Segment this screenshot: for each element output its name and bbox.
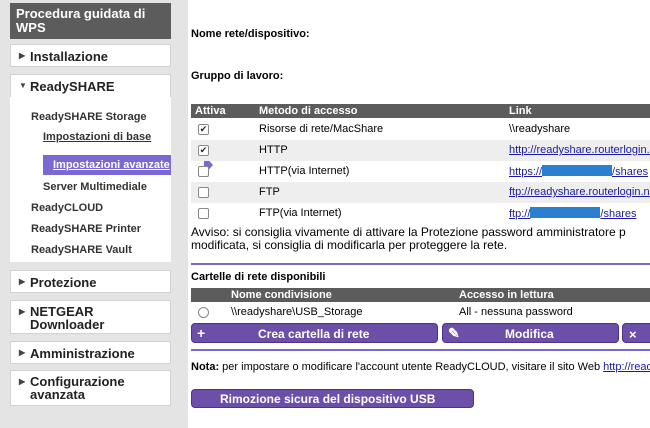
- submenu-readycloud[interactable]: ReadyCLOUD: [31, 202, 103, 214]
- edit-label: Modifica: [505, 327, 554, 341]
- chevron-right-icon: ▶: [19, 377, 26, 386]
- chevron-right-icon: ▶: [19, 307, 26, 316]
- table-row: \\readyshare\USB_Storage All - nessuna p…: [191, 302, 650, 323]
- main-content: Nome rete/dispositivo: Gruppo di lavoro:…: [188, 0, 650, 428]
- workgroup-label: Gruppo di lavoro:: [191, 70, 284, 82]
- note-prefix: Nota:: [191, 361, 220, 373]
- sidebar: Procedura guidata di WPS ▶ Installazione…: [0, 0, 213, 428]
- warning-line-2: modificata, si consiglia di modificarla …: [191, 238, 508, 252]
- menu-protezione-label: Protezione: [30, 275, 97, 290]
- method-label: Risorse di rete/MacShare: [259, 123, 384, 135]
- menu-configurazione-avanzata-label: Configurazione avanzata: [30, 374, 125, 402]
- header-share-name: Nome condivisione: [231, 289, 332, 301]
- masked-address: [542, 165, 613, 176]
- method-label: FTP: [259, 186, 280, 198]
- menu-configurazione-avanzata[interactable]: ▶ Configurazione avanzata: [10, 370, 171, 406]
- link-suffix: /shares: [612, 166, 649, 178]
- submenu-impostazioni-base[interactable]: Impostazioni di base: [43, 131, 151, 143]
- menu-installazione-label: Installazione: [30, 49, 109, 64]
- method-label: FTP(via Internet): [259, 207, 342, 219]
- checkbox-ftp-internet[interactable]: [198, 208, 209, 219]
- masked-address: [530, 207, 601, 218]
- plus-icon: +: [197, 325, 206, 341]
- delete-button[interactable]: ×: [622, 323, 650, 343]
- share-name: \\readyshare\USB_Storage: [231, 306, 363, 318]
- create-folder-label: Crea cartella di rete: [258, 327, 370, 341]
- note-text: per impostare o modificare l'account ute…: [219, 361, 604, 373]
- pencil-icon: ✎: [448, 325, 460, 341]
- chevron-right-icon: ▶: [19, 277, 26, 286]
- table-row: FTP(via Internet) ftp:// /shares: [191, 203, 650, 224]
- close-icon: ×: [629, 327, 637, 342]
- radio-folder-select[interactable]: [198, 307, 209, 318]
- device-name-label: Nome rete/dispositivo:: [191, 28, 310, 40]
- menu-readyshare[interactable]: ▼ ReadySHARE: [10, 74, 171, 97]
- folders-table-header: Nome condivisione Accesso in lettura: [191, 288, 650, 302]
- checkbox-http[interactable]: ✔: [198, 145, 209, 156]
- header-method: Metodo di accesso: [259, 105, 358, 117]
- header-read-access: Accesso in lettura: [459, 289, 554, 301]
- divider: [191, 349, 650, 351]
- link-prefix: https://: [509, 166, 543, 178]
- method-label: HTTP: [259, 144, 288, 156]
- checkbox-ftp[interactable]: [198, 187, 209, 198]
- chevron-right-icon: ▶: [19, 51, 26, 60]
- table-header: Attiva Metodo di accesso Link: [191, 104, 650, 118]
- submenu-readyshare-vault[interactable]: ReadySHARE Vault: [31, 244, 132, 256]
- chevron-down-icon: ▼: [19, 81, 27, 90]
- safe-remove-usb-label: Rimozione sicura del dispositivo USB: [220, 392, 436, 406]
- table-row: ✔ Risorse di rete/MacShare \\readyshare: [191, 119, 650, 140]
- menu-protezione[interactable]: ▶ Protezione: [10, 270, 171, 293]
- link-http-internet[interactable]: https:// /shares: [509, 165, 648, 178]
- readycloud-link[interactable]: http://ready: [603, 361, 650, 373]
- menu-amministrazione[interactable]: ▶ Amministrazione: [10, 341, 171, 364]
- table-row: ✔ HTTP http://readyshare.routerlogin.n: [191, 140, 650, 161]
- submenu-readyshare-storage[interactable]: ReadySHARE Storage: [31, 111, 147, 123]
- menu-amministrazione-label: Amministrazione: [30, 346, 135, 361]
- divider: [191, 263, 650, 265]
- chevron-right-icon: ▶: [19, 348, 26, 357]
- submenu-readyshare-printer[interactable]: ReadySHARE Printer: [31, 223, 141, 235]
- safe-remove-usb-button[interactable]: Rimozione sicura del dispositivo USB: [191, 389, 474, 408]
- wps-wizard-button[interactable]: Procedura guidata di WPS: [10, 3, 171, 39]
- link-ftp[interactable]: ftp://readyshare.routerlogin.ne: [509, 186, 650, 198]
- folders-title: Cartelle di rete disponibili: [191, 271, 326, 283]
- table-row: FTP ftp://readyshare.routerlogin.ne: [191, 182, 650, 203]
- menu-readyshare-label: ReadySHARE: [30, 79, 115, 94]
- submenu-server-multimediale[interactable]: Server Multimediale: [43, 181, 147, 193]
- header-active: Attiva: [195, 105, 226, 117]
- readyshare-submenu: ReadySHARE Storage Impostazioni di base …: [10, 97, 213, 262]
- read-access: All - nessuna password: [459, 306, 573, 318]
- edit-button[interactable]: ✎ Modifica: [442, 323, 619, 343]
- link-http[interactable]: http://readyshare.routerlogin.n: [509, 144, 650, 156]
- header-link: Link: [509, 105, 532, 117]
- link-suffix: /shares: [600, 208, 637, 220]
- create-folder-button[interactable]: + Crea cartella di rete: [191, 323, 438, 343]
- link-prefix: ftp://: [509, 208, 531, 220]
- menu-netgear-downloader-label: NETGEAR Downloader: [30, 304, 105, 332]
- method-label: HTTP(via Internet): [259, 165, 350, 177]
- link-text: \\readyshare: [509, 123, 571, 135]
- readycloud-note: Nota: per impostare o modificare l'accou…: [191, 361, 650, 373]
- checkbox-http-internet[interactable]: [198, 166, 209, 177]
- menu-netgear-downloader[interactable]: ▶ NETGEAR Downloader: [10, 300, 171, 334]
- checkbox-network-share[interactable]: ✔: [198, 124, 209, 135]
- password-warning: Avviso: si consiglia vivamente di attiva…: [191, 226, 650, 252]
- menu-installazione[interactable]: ▶ Installazione: [10, 44, 171, 67]
- link-ftp-internet[interactable]: ftp:// /shares: [509, 207, 636, 220]
- table-row: HTTP(via Internet) https:// /shares: [191, 161, 650, 182]
- wps-wizard-label: Procedura guidata di WPS: [16, 6, 146, 35]
- submenu-impostazioni-avanzate[interactable]: Impostazioni avanzate: [43, 155, 213, 175]
- submenu-impostazioni-avanzate-label: Impostazioni avanzate: [53, 159, 170, 171]
